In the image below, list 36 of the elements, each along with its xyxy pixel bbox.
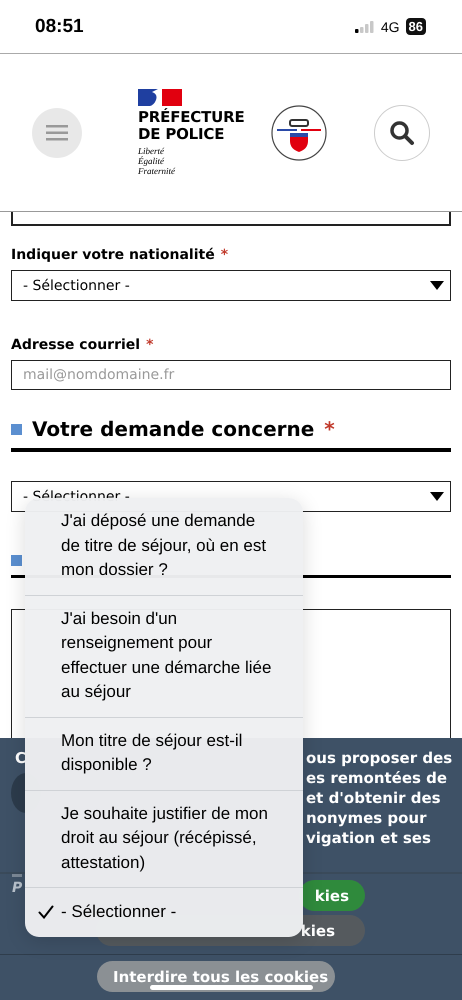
banner-text: et d'obtenir des bbox=[306, 788, 442, 808]
caret-icon bbox=[430, 492, 444, 501]
policy-link[interactable]: P bbox=[12, 874, 22, 896]
required-mark: * bbox=[324, 417, 335, 441]
battery-level: 86 bbox=[406, 18, 426, 35]
field-label: Adresse courriel bbox=[11, 337, 140, 353]
logo-motto: Liberté Égalité Fraternité bbox=[138, 146, 176, 176]
menu-icon bbox=[46, 124, 68, 140]
input-field[interactable] bbox=[11, 212, 451, 226]
required-mark: * bbox=[220, 247, 228, 263]
menu-button[interactable] bbox=[32, 108, 82, 158]
signal-icon bbox=[354, 20, 375, 32]
status-time: 08:51 bbox=[35, 16, 84, 38]
banner-text: nonymes pour bbox=[306, 808, 428, 828]
search-icon bbox=[389, 120, 415, 146]
email-field[interactable]: mail@nomdomaine.fr bbox=[11, 360, 451, 390]
caret-icon bbox=[430, 281, 444, 290]
banner-text: es remontées de bbox=[306, 768, 448, 788]
dropdown-option[interactable]: Mon titre de séjour est-il disponible ? bbox=[25, 716, 303, 790]
section-title: Votre demande concerne bbox=[32, 417, 314, 441]
field-label: Indiquer votre nationalité bbox=[11, 247, 215, 263]
flag-logo-icon bbox=[138, 89, 182, 106]
section-marker bbox=[11, 555, 22, 566]
dropdown-option[interactable]: - Sélectionner - bbox=[25, 887, 303, 936]
dropdown-option[interactable]: J'ai besoin d'un renseignement pour effectuer une démarche liée au séjour bbox=[25, 594, 303, 716]
banner-text: C bbox=[15, 748, 26, 769]
dropdown-option[interactable]: Je souhaite justifier de mon droit au séjour (récépissé, attestation) bbox=[25, 790, 303, 887]
section-marker bbox=[11, 424, 22, 434]
check-icon bbox=[38, 905, 54, 919]
logo-title: PRÉFECTURE DE POLICE bbox=[138, 109, 245, 143]
nationality-select[interactable]: - Sélectionner - bbox=[11, 270, 451, 301]
banner-text: vigation et ses bbox=[306, 828, 432, 848]
required-mark: * bbox=[146, 337, 154, 353]
banner-text: ous proposer des bbox=[306, 748, 452, 768]
emblem-icon bbox=[270, 104, 327, 160]
network-label: 4G bbox=[380, 18, 400, 34]
